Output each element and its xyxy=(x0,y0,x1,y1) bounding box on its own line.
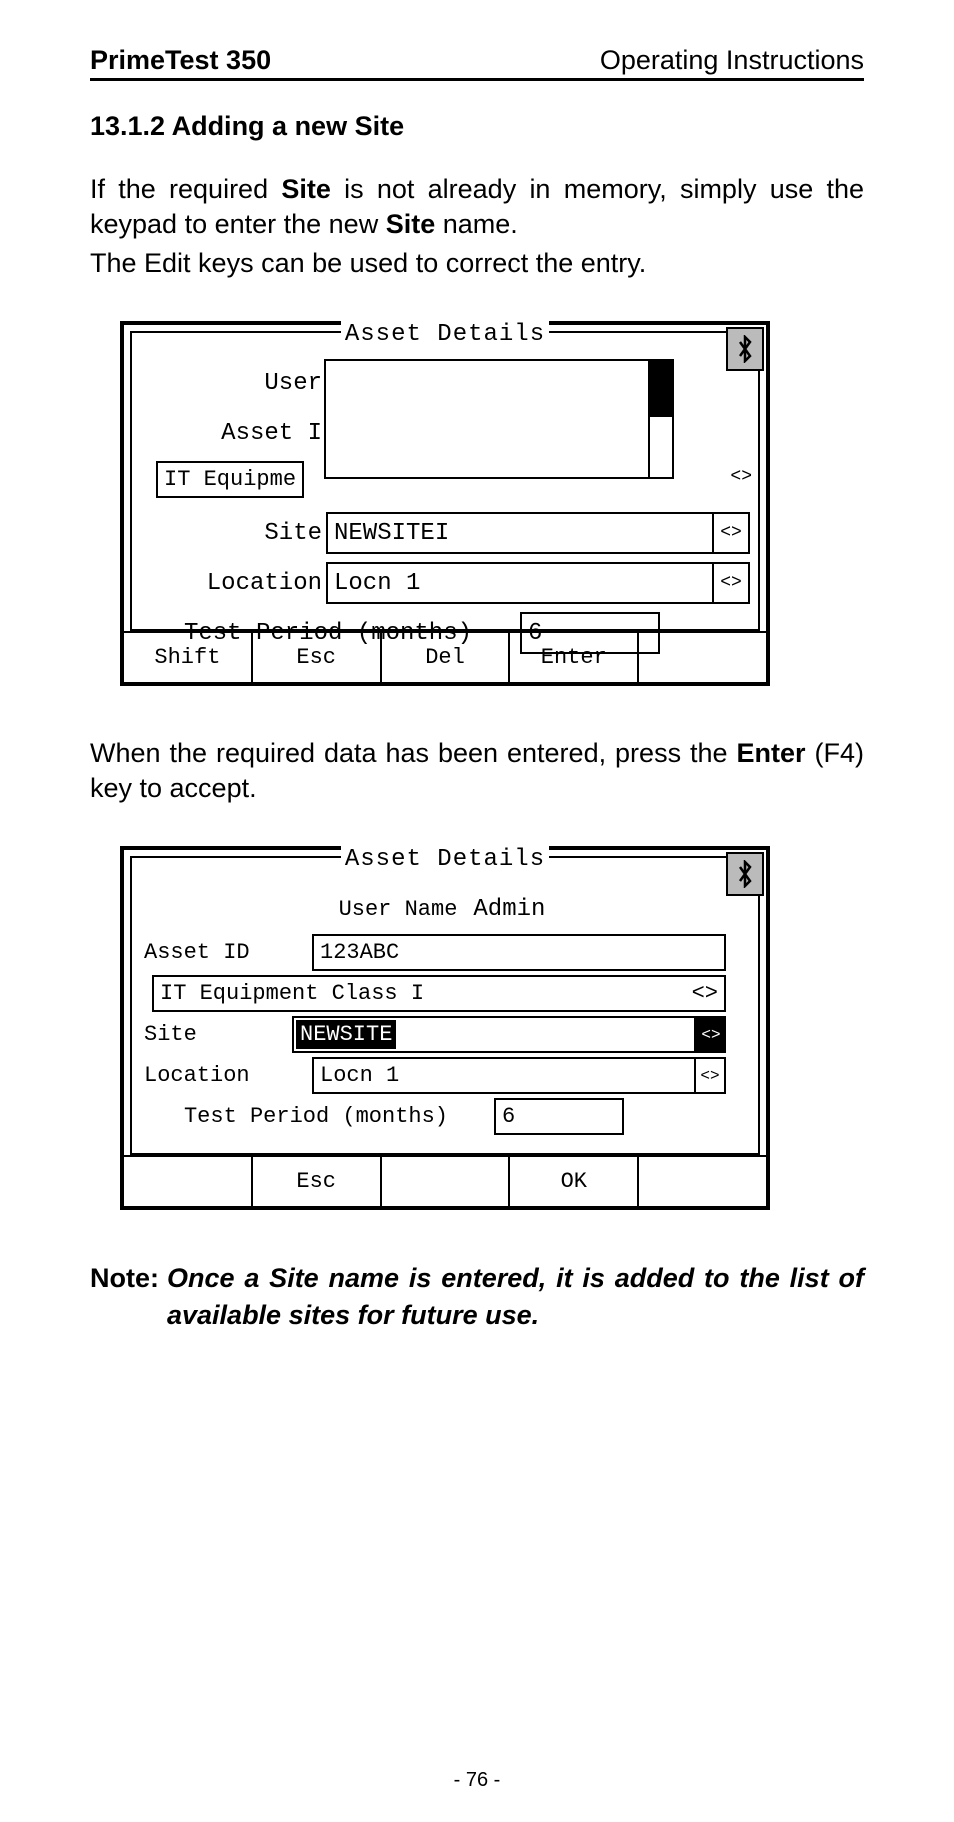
site-value-selected: NEWSITE xyxy=(296,1020,396,1049)
asset-label: Asset I xyxy=(140,420,326,447)
location-label: Location xyxy=(144,1057,312,1094)
softkey-blank xyxy=(639,1157,766,1206)
site-arrows[interactable]: <> xyxy=(714,512,750,554)
arrow-indicator: <> xyxy=(692,981,718,1006)
header-doc-title: Operating Instructions xyxy=(600,45,864,76)
site-label: Site xyxy=(144,1016,292,1053)
bluetooth-icon xyxy=(726,852,764,896)
softkey-row: Esc OK xyxy=(124,1155,766,1206)
header-product: PrimeTest 350 xyxy=(90,45,271,76)
dropdown-list[interactable] xyxy=(324,359,674,479)
testperiod-label: Test Period (months) xyxy=(144,1098,494,1135)
it-equipment-box: IT Equipme xyxy=(156,461,304,498)
site-arrows[interactable]: <> xyxy=(696,1016,726,1053)
scrollbar[interactable] xyxy=(648,359,674,479)
location-label: Location xyxy=(140,570,326,597)
dialog-title: Asset Details xyxy=(341,321,549,348)
bluetooth-icon xyxy=(726,327,764,371)
site-input[interactable]: NEWSITEI xyxy=(326,512,714,554)
it-equipment-row[interactable]: IT Equipment Class I <> xyxy=(152,975,726,1012)
testperiod-label: Test Period (months) xyxy=(140,620,520,647)
site-label: Site xyxy=(140,520,326,547)
softkey-esc[interactable]: Esc xyxy=(253,1157,382,1206)
user-label: User xyxy=(140,370,326,397)
site-input[interactable]: NEWSITE xyxy=(292,1016,696,1053)
device-screenshot-1: Asset Details User Asset I IT Equipme <>… xyxy=(120,321,770,686)
testperiod-input[interactable]: 6 xyxy=(520,612,660,654)
arrow-indicator: <> xyxy=(730,467,752,487)
asset-input[interactable]: 123ABC xyxy=(312,934,726,971)
location-input[interactable]: Locn 1 xyxy=(326,562,714,604)
page-number: - 76 - xyxy=(0,1769,954,1792)
softkey-ok[interactable]: OK xyxy=(510,1157,639,1206)
paragraph-3: When the required data has been entered,… xyxy=(90,736,864,806)
note-label: Note: xyxy=(90,1260,167,1333)
location-arrows[interactable]: <> xyxy=(714,562,750,604)
location-arrows[interactable]: <> xyxy=(696,1057,726,1094)
section-heading: 13.1.2 Adding a new Site xyxy=(90,111,864,142)
device-screenshot-2: Asset Details User Name Admin Asset ID 1… xyxy=(120,846,770,1210)
user-label: User Name xyxy=(339,888,464,930)
softkey-blank xyxy=(382,1157,511,1206)
asset-label: Asset ID xyxy=(144,934,312,971)
page-header: PrimeTest 350 Operating Instructions xyxy=(90,45,864,81)
softkey-blank xyxy=(124,1157,253,1206)
paragraph-2: The Edit keys can be used to correct the… xyxy=(90,246,864,281)
location-input[interactable]: Locn 1 xyxy=(312,1057,696,1094)
note-block: Note: Once a Site name is entered, it is… xyxy=(90,1260,864,1333)
note-body: Once a Site name is entered, it is added… xyxy=(167,1260,864,1333)
paragraph-1: If the required Site is not already in m… xyxy=(90,172,864,242)
user-value: Admin xyxy=(463,888,551,930)
testperiod-input[interactable]: 6 xyxy=(494,1098,624,1135)
dialog-title: Asset Details xyxy=(341,846,549,873)
